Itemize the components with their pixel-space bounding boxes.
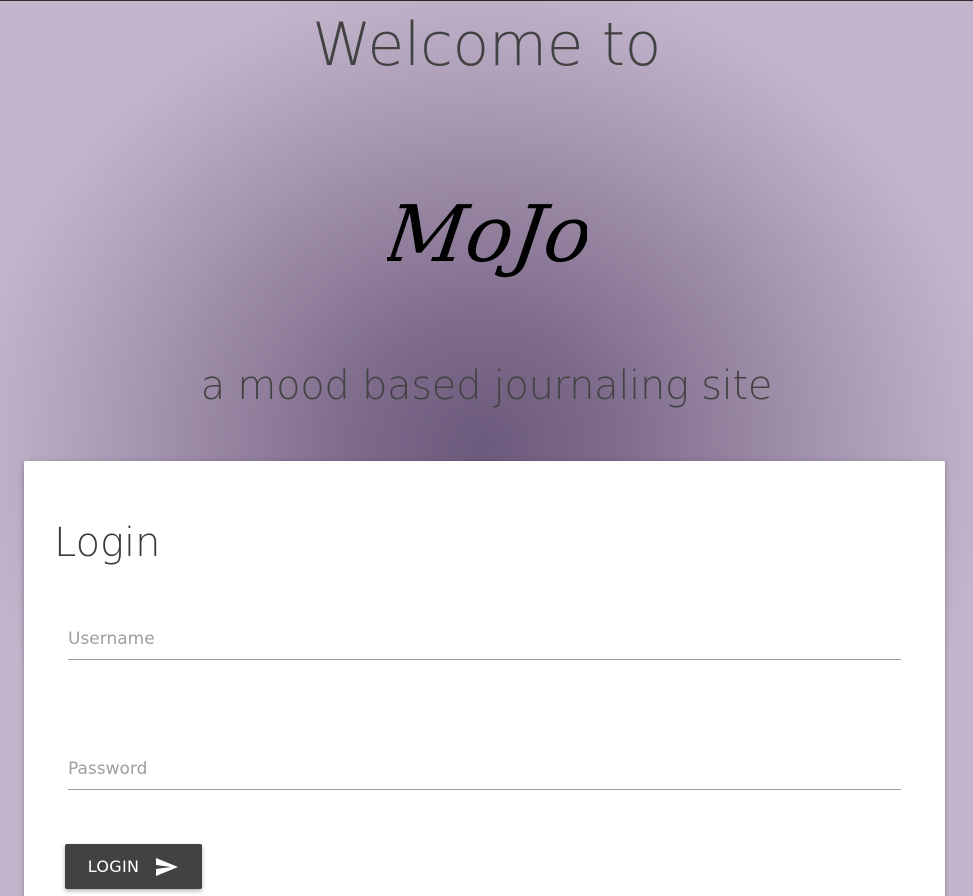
username-field-wrapper	[68, 619, 901, 660]
mojo-logo: MoJo	[0, 179, 973, 289]
login-button[interactable]: LOGIN	[65, 844, 202, 889]
tagline: a mood based journaling site	[200, 363, 773, 409]
login-title: Login	[54, 520, 161, 566]
login-card: Login LOGIN	[24, 461, 945, 896]
password-field-wrapper	[68, 749, 901, 790]
login-button-label: LOGIN	[87, 857, 140, 876]
username-input[interactable]	[68, 619, 901, 659]
welcome-heading: Welcome to	[312, 10, 661, 80]
send-icon	[155, 857, 179, 877]
svg-text:MoJo: MoJo	[387, 189, 587, 280]
password-input[interactable]	[68, 749, 901, 789]
mojo-logo-wordmark: MoJo	[387, 189, 587, 280]
